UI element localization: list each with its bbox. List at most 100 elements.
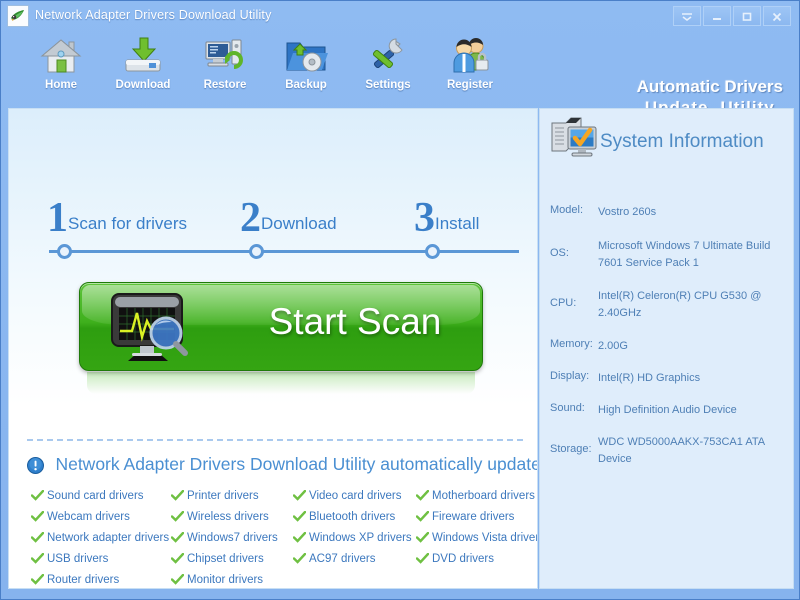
list-item-label: Network adapter drivers	[47, 532, 169, 544]
green-check-icon	[31, 509, 47, 530]
step-dot-3	[425, 244, 440, 259]
list-item: DVD drivers	[416, 549, 538, 570]
system-info-value: Intel(R) Celeron(R) CPU G530 @ 2.40GHz	[598, 288, 788, 322]
system-info-value: Vostro 260s	[598, 204, 788, 221]
step-1: 1Scan for drivers	[47, 194, 187, 242]
list-item-label: Monitor drivers	[187, 574, 263, 586]
list-item-label: Chipset drivers	[187, 553, 264, 565]
application-window: Network Adapter Drivers Download Utility	[0, 0, 800, 600]
house-icon	[15, 34, 107, 78]
system-info-value: Intel(R) HD Graphics	[598, 370, 788, 387]
system-info-key: Storage:	[550, 443, 592, 455]
rollup-button[interactable]	[673, 6, 701, 26]
scan-button-reflection	[87, 372, 475, 394]
green-check-icon	[31, 530, 47, 551]
list-item-label: Motherboard drivers	[432, 490, 535, 502]
green-check-icon	[293, 530, 309, 551]
list-item: Wireless drivers	[171, 507, 278, 528]
section-divider	[27, 439, 523, 441]
green-check-icon	[31, 488, 47, 509]
start-scan-button[interactable]: Start Scan	[79, 282, 483, 371]
list-item-label: USB drivers	[47, 553, 108, 565]
green-check-icon	[171, 488, 187, 509]
step-3-label: Install	[435, 214, 479, 233]
list-item: Windows Vista drivers	[416, 528, 538, 549]
toolbar-item-register[interactable]: Register	[424, 34, 516, 102]
list-item-label: Wireless drivers	[187, 511, 269, 523]
step-dot-2	[249, 244, 264, 259]
list-item: Video card drivers	[293, 486, 412, 507]
green-check-icon	[171, 530, 187, 551]
steps-indicator: 1Scan for drivers 2Download 3Install	[9, 194, 538, 264]
list-item: Motherboard drivers	[416, 486, 538, 507]
users-lock-icon	[424, 34, 516, 78]
drivers-section-heading: Network Adapter Drivers Download Utility…	[27, 454, 538, 480]
list-item: Webcam drivers	[31, 507, 169, 528]
maximize-button[interactable]	[733, 6, 761, 26]
toolbar-item-backup[interactable]: Backup	[260, 34, 352, 102]
list-item: Windows7 drivers	[171, 528, 278, 549]
list-item-label: DVD drivers	[432, 553, 494, 565]
close-button[interactable]	[763, 6, 791, 26]
toolbar-label-register: Register	[424, 79, 516, 91]
system-info-value: Microsoft Windows 7 Ultimate Build 7601 …	[598, 238, 788, 272]
list-item-label: Sound card drivers	[47, 490, 144, 502]
green-check-icon	[293, 509, 309, 530]
step-3: 3Install	[414, 194, 479, 242]
system-information-panel: System Information Model: Vostro 260s OS…	[539, 108, 794, 589]
system-info-value: WDC WD5000AAKX-753CA1 ATA Device	[598, 434, 788, 468]
toolbar-label-restore: Restore	[179, 79, 271, 91]
list-item-label: Webcam drivers	[47, 511, 130, 523]
drivers-column-2: Printer drivers Wireless drivers Windows…	[171, 486, 278, 589]
toolbar-item-download[interactable]: Download	[97, 34, 189, 102]
computer-check-icon	[548, 115, 600, 172]
drivers-column-1: Sound card drivers Webcam drivers Networ…	[31, 486, 169, 589]
system-info-key: CPU:	[550, 297, 576, 309]
toolbar-item-home[interactable]: Home	[15, 34, 107, 102]
monitor-magnifier-scan-icon	[106, 291, 202, 370]
step-2-label: Download	[261, 214, 337, 233]
system-info-value: 2.00G	[598, 338, 788, 355]
list-item: Chipset drivers	[171, 549, 278, 570]
green-check-icon	[171, 551, 187, 572]
main-content-panel: 1Scan for drivers 2Download 3Install	[8, 108, 538, 589]
system-info-key: OS:	[550, 247, 569, 259]
step-3-number: 3	[414, 195, 435, 241]
drivers-section-heading-text: Network Adapter Drivers Download Utility…	[55, 454, 538, 474]
toolbar-label-backup: Backup	[260, 79, 352, 91]
minimize-button[interactable]	[703, 6, 731, 26]
screwdriver-wrench-icon	[342, 34, 434, 78]
list-item: Bluetooth drivers	[293, 507, 412, 528]
green-check-icon	[293, 488, 309, 509]
list-item: AC97 drivers	[293, 549, 412, 570]
step-1-number: 1	[47, 195, 68, 241]
system-info-key: Display:	[550, 370, 589, 382]
list-item-label: Windows Vista drivers	[432, 532, 538, 544]
step-1-label: Scan for drivers	[68, 214, 187, 233]
list-item: Sound card drivers	[31, 486, 169, 507]
system-info-key: Model:	[550, 204, 583, 216]
folder-disk-icon	[260, 34, 352, 78]
list-item: Network adapter drivers	[31, 528, 169, 549]
toolbar-item-restore[interactable]: Restore	[179, 34, 271, 102]
title-bar: Network Adapter Drivers Download Utility	[1, 1, 800, 32]
bird-logo-icon	[7, 5, 29, 27]
list-item: USB drivers	[31, 549, 169, 570]
main-toolbar: Home Download	[1, 32, 800, 105]
steps-rail	[49, 250, 519, 253]
list-item-label: Video card drivers	[309, 490, 401, 502]
toolbar-label-download: Download	[97, 79, 189, 91]
toolbar-item-settings[interactable]: Settings	[342, 34, 434, 102]
list-item: Fireware drivers	[416, 507, 538, 528]
info-circle-icon	[27, 461, 48, 478]
green-check-icon	[416, 551, 432, 572]
drivers-column-4: Motherboard drivers Fireware drivers Win…	[416, 486, 538, 570]
list-item-label: Fireware drivers	[432, 511, 514, 523]
list-item-label: Bluetooth drivers	[309, 511, 395, 523]
green-check-icon	[293, 551, 309, 572]
drivers-column-3: Video card drivers Bluetooth drivers Win…	[293, 486, 412, 570]
system-info-key: Sound:	[550, 402, 585, 414]
list-item: Router drivers	[31, 570, 169, 589]
list-item: Windows XP drivers	[293, 528, 412, 549]
list-item-label: Windows XP drivers	[309, 532, 412, 544]
